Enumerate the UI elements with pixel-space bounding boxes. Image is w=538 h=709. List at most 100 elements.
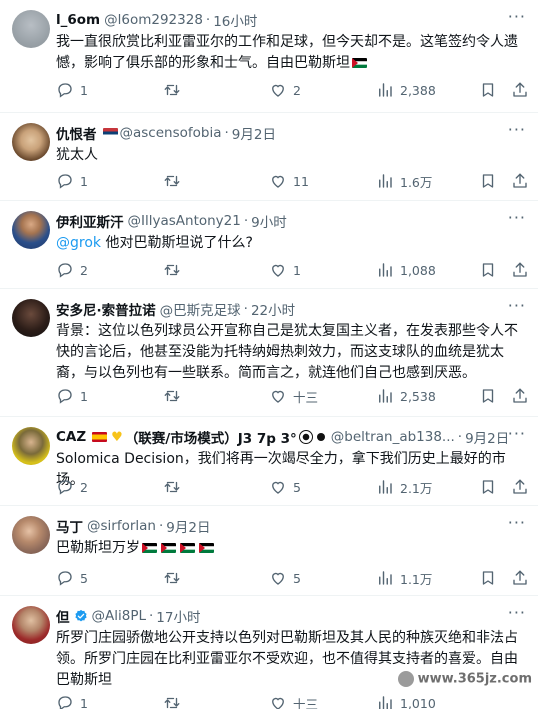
tweet[interactable]: l_6om @l6om292328 · 16小时 我一直很欣赏比利亚雷亚尔的工作…	[0, 0, 538, 113]
display-name[interactable]: 仇恨者	[56, 123, 97, 143]
handle[interactable]: @巴斯克足球	[160, 299, 241, 319]
more-options-icon[interactable]: ···	[508, 122, 526, 138]
retweet-button[interactable]	[163, 387, 187, 405]
retweet-button[interactable]	[163, 261, 187, 279]
share-button[interactable]	[511, 387, 535, 405]
more-options-icon[interactable]: ···	[508, 515, 526, 531]
handle[interactable]: @IllyasAntony21	[128, 213, 241, 229]
share-button[interactable]	[511, 261, 535, 279]
avatar[interactable]	[12, 427, 50, 465]
timestamp[interactable]: 9小时	[251, 211, 287, 231]
handle[interactable]: @ascensofobia	[120, 125, 222, 141]
view-count: 1.1万	[400, 571, 433, 587]
like-button[interactable]: 十三	[269, 387, 318, 406]
share-button[interactable]	[511, 172, 535, 190]
timestamp[interactable]: 9月2日	[166, 516, 210, 536]
timestamp[interactable]: 9月2日	[232, 123, 276, 143]
watermark-logo-icon	[397, 671, 414, 687]
reply-button[interactable]: 1	[56, 387, 88, 405]
more-options-icon[interactable]: ···	[508, 298, 526, 314]
reply-button[interactable]: 2	[56, 261, 88, 279]
share-button[interactable]	[511, 478, 535, 496]
retweet-button[interactable]	[163, 81, 187, 99]
display-name[interactable]: 伊利亚斯汗	[56, 211, 124, 231]
avatar[interactable]	[12, 211, 50, 249]
avatar[interactable]	[12, 516, 50, 554]
reply-count: 1	[80, 695, 88, 709]
bookmark-button[interactable]	[479, 387, 503, 405]
timestamp[interactable]: 22小时	[251, 299, 295, 319]
reply-button[interactable]: 1	[56, 81, 88, 99]
display-name[interactable]: 安多尼·索普拉诺	[56, 299, 156, 319]
reply-button[interactable]: 5	[56, 569, 88, 587]
more-options-icon[interactable]: ···	[508, 605, 526, 621]
more-options-icon[interactable]: ···	[508, 426, 526, 442]
timestamp[interactable]: 16小时	[213, 10, 257, 30]
display-name[interactable]: l_6om	[56, 12, 100, 28]
views-button[interactable]: 2.1万	[376, 478, 432, 497]
share-button[interactable]	[511, 569, 535, 587]
bookmark-button[interactable]	[479, 172, 503, 190]
timestamp[interactable]: 17小时	[156, 606, 200, 626]
bookmark-button[interactable]	[479, 81, 503, 99]
like-button[interactable]: 5	[269, 478, 301, 496]
like-button[interactable]: 2	[269, 81, 301, 99]
retweet-icon	[163, 387, 181, 405]
handle[interactable]: @l6om292328	[104, 12, 203, 28]
reply-button[interactable]: 2	[56, 478, 88, 496]
views-button[interactable]: 1,010	[376, 694, 436, 709]
tweet-text: 背景：这位以色列球员公开宣称自己是犹太复国主义者，在发表那些令人不快的言论后，他…	[56, 323, 518, 381]
action-bar: 2 5 2.1万	[56, 475, 526, 499]
action-bar: 1 十三 2,538	[56, 384, 526, 408]
views-button[interactable]: 1,088	[376, 261, 436, 279]
like-button[interactable]: 5	[269, 569, 301, 587]
timestamp[interactable]: 9月2日	[465, 427, 509, 447]
retweet-button[interactable]	[163, 172, 187, 190]
bookmark-button[interactable]	[479, 261, 503, 279]
reply-count: 1	[80, 173, 88, 189]
retweet-button[interactable]	[163, 569, 187, 587]
like-button[interactable]: 11	[269, 172, 309, 190]
avatar[interactable]	[12, 10, 50, 48]
mention-link[interactable]: @grok	[56, 235, 101, 251]
display-name[interactable]: CAZ	[56, 429, 86, 445]
like-button[interactable]: 十三	[269, 694, 318, 709]
tweet[interactable]: 安多尼·索普拉诺 @巴斯克足球 · 22小时 背景：这位以色列球员公开宣称自己是…	[0, 289, 538, 417]
tweet-feed: l_6om @l6om292328 · 16小时 我一直很欣赏比利亚雷亚尔的工作…	[0, 0, 538, 709]
handle[interactable]: @beltran_ab138...	[331, 429, 455, 445]
bookmark-button[interactable]	[479, 569, 503, 587]
retweet-icon	[163, 694, 181, 709]
tweet-text: @grok 他对巴勒斯坦说了什么?	[56, 233, 526, 254]
avatar[interactable]	[12, 299, 50, 337]
share-icon	[511, 478, 529, 496]
bookmark-button[interactable]	[479, 478, 503, 496]
reply-button[interactable]: 1	[56, 694, 88, 709]
more-options-icon[interactable]: ···	[508, 9, 526, 25]
like-button[interactable]: 1	[269, 261, 301, 279]
reply-icon	[56, 81, 74, 99]
separator-dot: ·	[457, 429, 463, 445]
views-button[interactable]: 2,538	[376, 387, 436, 405]
handle[interactable]: @sirforlan	[87, 518, 156, 534]
tweet[interactable]: 马丁 @sirforlan · 9月2日 巴勒斯坦万岁 ··· 5 5 1.1万	[0, 506, 538, 596]
tweet[interactable]: CAZ ♥ （联赛/市场模式）J3 7p 3° @beltran_ab138..…	[0, 417, 538, 506]
avatar[interactable]	[12, 606, 50, 644]
views-button[interactable]: 1.6万	[376, 172, 432, 191]
tweet[interactable]: 仇恨者 @ascensofobia · 9月2日 犹太人 ··· 1 11 1.…	[0, 113, 538, 201]
tweet[interactable]: 但 @Ali8PL · 17小时 所罗门庄园骄傲地公开支持以色列对巴勒斯坦及其人…	[0, 596, 538, 709]
reply-button[interactable]: 1	[56, 172, 88, 190]
share-icon	[511, 569, 529, 587]
retweet-button[interactable]	[163, 694, 187, 709]
more-options-icon[interactable]: ···	[508, 210, 526, 226]
display-name[interactable]: 但	[56, 606, 70, 626]
tweet[interactable]: 伊利亚斯汗 @IllyasAntony21 · 9小时 @grok 他对巴勒斯坦…	[0, 201, 538, 289]
share-button[interactable]	[511, 81, 535, 99]
avatar[interactable]	[12, 123, 50, 161]
views-button[interactable]: 1.1万	[376, 569, 432, 588]
like-count: 十三	[293, 696, 319, 709]
retweet-button[interactable]	[163, 478, 187, 496]
handle[interactable]: @Ali8PL	[92, 608, 147, 624]
views-button[interactable]: 2,388	[376, 81, 436, 99]
yellow-heart-icon: ♥	[111, 429, 123, 445]
display-name[interactable]: 马丁	[56, 516, 83, 536]
